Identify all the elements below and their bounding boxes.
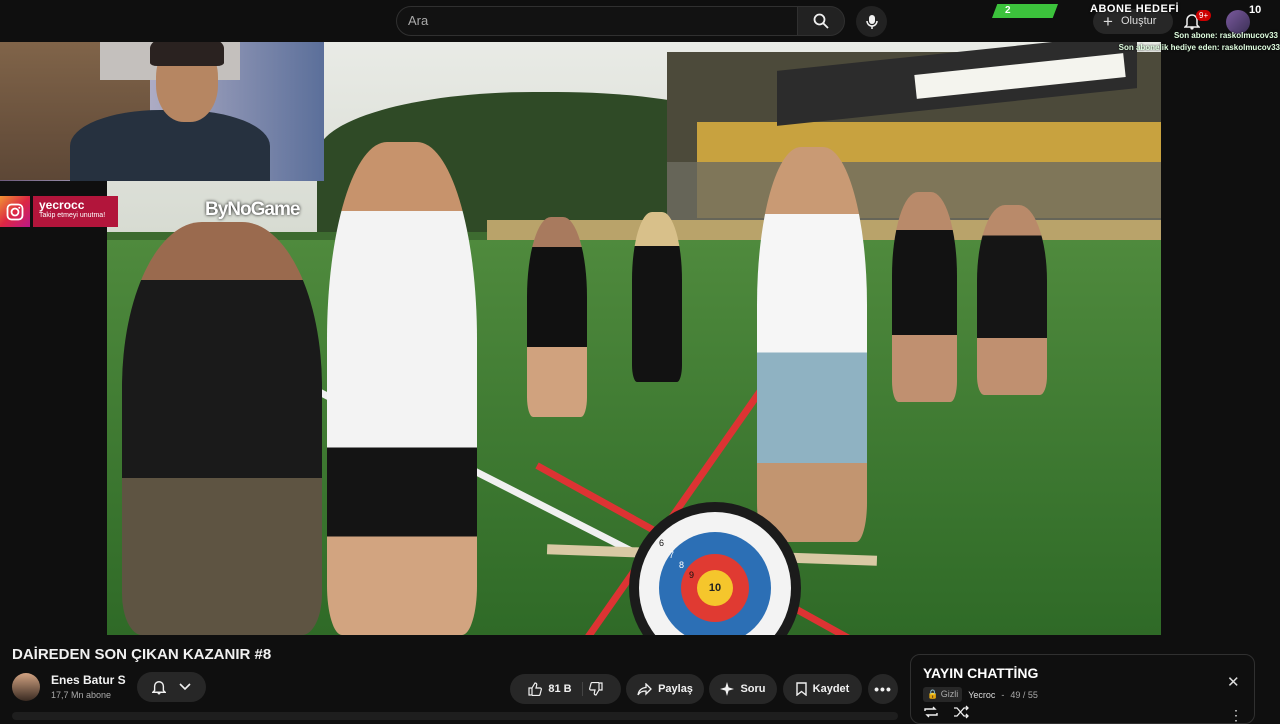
target-number-7: 7 bbox=[669, 550, 675, 560]
ask-label: Soru bbox=[740, 683, 766, 695]
target-number-6: 6 bbox=[659, 538, 665, 548]
subscribed-button[interactable] bbox=[137, 672, 206, 702]
more-actions-button[interactable]: ••• bbox=[868, 674, 898, 704]
microphone-icon bbox=[865, 14, 878, 29]
last-gift: Son abonelik hediye eden: raskolmucov33 bbox=[1118, 43, 1280, 52]
channel-subscribers: 17,7 Mn abone bbox=[51, 690, 112, 700]
sparkle-icon bbox=[720, 682, 735, 696]
dislike-button[interactable] bbox=[588, 682, 603, 696]
shuffle-icon[interactable] bbox=[953, 705, 969, 719]
save-label: Kaydet bbox=[812, 683, 850, 695]
description-preview[interactable] bbox=[12, 712, 898, 720]
thumbs-down-icon bbox=[588, 682, 603, 696]
like-dislike-group: 81 B bbox=[510, 674, 621, 704]
instagram-icon bbox=[0, 196, 30, 227]
sub-goal-progress: 2 bbox=[992, 4, 1058, 18]
save-button[interactable]: Kaydet bbox=[783, 674, 862, 704]
search-button[interactable] bbox=[797, 6, 845, 36]
target-ring-yellow: 10 bbox=[697, 570, 733, 606]
channel-name[interactable]: Enes Batur S bbox=[51, 673, 126, 687]
instagram-tagline: Takip etmeyi unutma! bbox=[39, 212, 106, 219]
chevron-down-icon bbox=[179, 683, 191, 691]
like-button[interactable]: 81 B bbox=[528, 682, 583, 696]
voice-search-button[interactable] bbox=[856, 6, 887, 37]
ask-button[interactable]: Soru bbox=[709, 674, 777, 704]
sub-goal-title: ABONE HEDEFİ bbox=[1090, 3, 1180, 15]
video-title: DAİREDEN SON ÇIKAN KAZANIR #8 bbox=[12, 646, 272, 663]
instagram-handle: yecrocc bbox=[39, 198, 85, 212]
chat-title: YAYIN CHATTİNG bbox=[923, 665, 1039, 681]
live-chat-panel: YAYIN CHATTİNG 🔒 Gizli Yecroc - 49 / 55 … bbox=[910, 654, 1255, 724]
close-icon[interactable]: ✕ bbox=[1227, 673, 1240, 691]
person-background-blonde bbox=[632, 212, 682, 382]
chat-separator-dash: - bbox=[1001, 689, 1005, 700]
top-bar: Ara + Oluştur 9+ bbox=[0, 0, 1280, 42]
search-icon bbox=[813, 13, 829, 29]
share-label: Paylaş bbox=[658, 683, 693, 695]
share-icon bbox=[637, 682, 652, 696]
sub-goal-target: 10 bbox=[1249, 4, 1262, 16]
target-number-9: 9 bbox=[689, 570, 695, 580]
create-label: Oluştur bbox=[1121, 15, 1157, 27]
chat-owner[interactable]: Yecroc bbox=[968, 690, 995, 700]
chat-more-icon[interactable]: ⋮ bbox=[1229, 707, 1243, 724]
visibility-label: Gizli bbox=[940, 689, 959, 699]
target-number-8: 8 bbox=[679, 560, 685, 570]
person-background-man-1 bbox=[892, 192, 957, 402]
visibility-badge: 🔒 Gizli bbox=[923, 687, 963, 702]
webcam-streamer-body bbox=[70, 110, 270, 181]
share-button[interactable]: Paylaş bbox=[626, 674, 704, 704]
bell-icon bbox=[151, 681, 166, 695]
repeat-icon[interactable] bbox=[923, 705, 939, 719]
chat-count: 49 / 55 bbox=[1010, 689, 1038, 700]
target-score-label: 10 bbox=[708, 582, 722, 594]
last-subscriber: Son abone: raskolmucov33 bbox=[1173, 31, 1278, 40]
person-man-sunglasses bbox=[757, 147, 867, 542]
chat-controls bbox=[923, 705, 969, 719]
instagram-overlay: yecrocc Takip etmeyi unutma! bbox=[0, 196, 118, 227]
person-background-woman bbox=[527, 217, 587, 417]
more-dots-icon: ••• bbox=[874, 681, 892, 697]
search-input[interactable]: Ara bbox=[396, 6, 798, 36]
bookmark-icon bbox=[795, 682, 807, 696]
like-count: 81 B bbox=[548, 683, 572, 695]
instagram-label-box: yecrocc Takip etmeyi unutma! bbox=[33, 196, 118, 227]
notification-badge: 9+ bbox=[1196, 10, 1212, 21]
person-background-man-2 bbox=[977, 205, 1047, 395]
thumbs-up-icon bbox=[528, 682, 543, 696]
channel-avatar[interactable] bbox=[12, 673, 40, 701]
bynogame-watermark: ByNoGame bbox=[205, 199, 300, 220]
person-woman-left bbox=[122, 222, 322, 635]
person-man-white-shirt bbox=[327, 142, 477, 635]
chat-playlist-meta: 🔒 Gizli Yecroc - 49 / 55 bbox=[923, 687, 1038, 702]
